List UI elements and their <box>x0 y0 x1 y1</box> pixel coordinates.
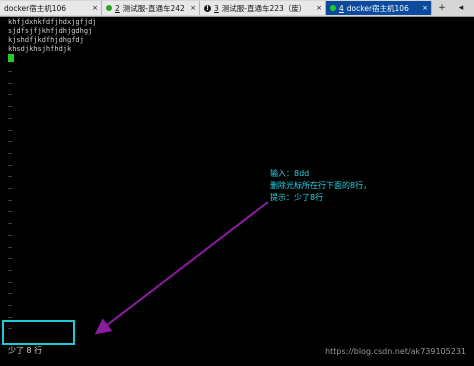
status-highlight-box <box>2 320 75 345</box>
annotation-line: 删除光标所在行下面的8行， <box>270 181 372 190</box>
annotation-line: 输入：8dd <box>270 169 310 178</box>
annotation-note: 输入：8dd 删除光标所在行下面的8行， 提示：少了8行 <box>270 168 371 204</box>
arrow-annotation <box>94 201 269 335</box>
watermark: https://blog.csdn.net/ak739105231 <box>325 347 466 356</box>
annotation-line: 提示：少了8行 <box>270 193 324 202</box>
vim-status-message: 少了 8 行 <box>8 346 43 355</box>
